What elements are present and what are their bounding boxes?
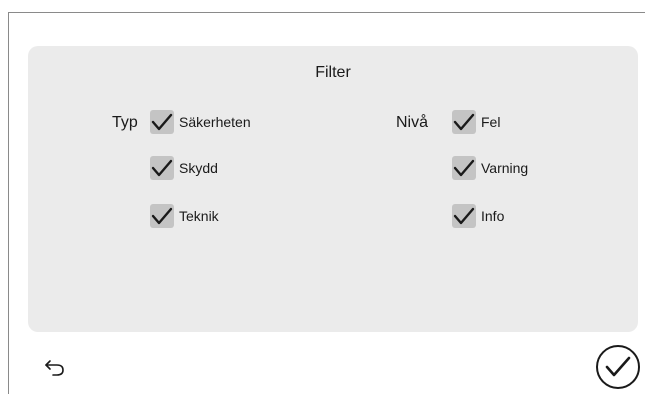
checkbox-sakerheten[interactable]: Säkerheten [150, 110, 251, 134]
back-arrow-icon [45, 360, 64, 376]
checkbox-box [150, 110, 174, 134]
checkbox-label: Fel [481, 114, 501, 130]
checkmark-icon [453, 159, 475, 177]
checkbox-label: Teknik [179, 208, 219, 224]
checkbox-box [452, 204, 476, 228]
panel-title: Filter [315, 64, 351, 81]
checkbox-label: Info [481, 208, 505, 224]
checkbox-label: Skydd [179, 160, 218, 176]
checkbox-teknik[interactable]: Teknik [150, 204, 219, 228]
checkbox-label: Säkerheten [179, 114, 251, 130]
checkbox-box [150, 204, 174, 228]
checkmark-icon [151, 207, 173, 225]
checkmark-icon [453, 113, 475, 131]
checkbox-box [452, 110, 476, 134]
checkmark-icon [151, 159, 173, 177]
niva-label: Nivå [396, 114, 429, 131]
typ-label: Typ [112, 114, 138, 131]
checkbox-skydd[interactable]: Skydd [150, 156, 218, 180]
checkbox-box [452, 156, 476, 180]
checkbox-label: Varning [481, 160, 529, 176]
confirm-button[interactable] [595, 344, 641, 390]
back-button[interactable] [44, 356, 66, 378]
checkbox-varning[interactable]: Varning [452, 156, 528, 180]
checkmark-icon [151, 113, 173, 131]
checkbox-box [150, 156, 174, 180]
circle-check-icon [596, 345, 640, 389]
checkbox-fel[interactable]: Fel [452, 110, 500, 134]
checkmark-icon [453, 207, 475, 225]
checkbox-info[interactable]: Info [452, 204, 504, 228]
filter-panel: Filter Typ Säkerheten Skydd Teknik Nivå [28, 46, 638, 332]
